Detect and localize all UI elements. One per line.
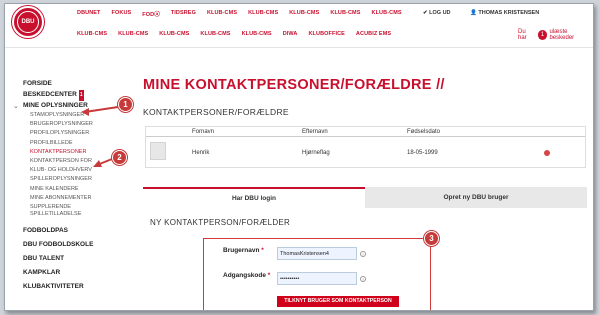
arrow-1-head [81, 108, 89, 116]
callout-2: 2 [112, 150, 127, 165]
callout-arrows [81, 106, 119, 167]
callout-3: 3 [424, 231, 439, 246]
arrow-1 [84, 106, 119, 113]
callout-1: 1 [118, 97, 133, 112]
browser-frame: DBU DBUNET FOKUS FODⓐ TIDSREG KLUB-CMS K… [4, 3, 594, 311]
